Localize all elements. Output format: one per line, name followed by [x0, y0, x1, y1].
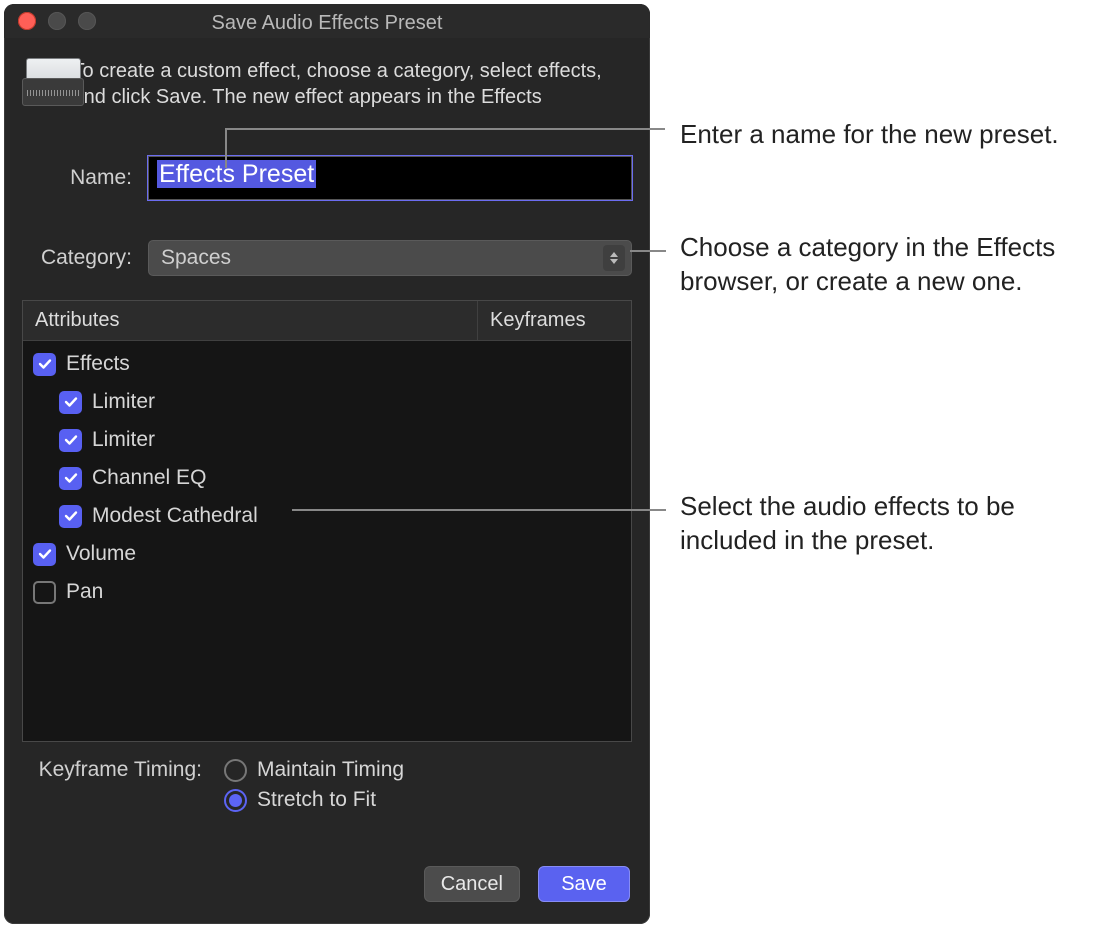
callout-leader	[225, 128, 227, 168]
attribute-checkbox[interactable]	[59, 505, 82, 528]
table-row[interactable]: Effects	[23, 345, 631, 383]
maintain-timing-radio[interactable]	[224, 759, 247, 782]
save-preset-dialog: Save Audio Effects Preset To create a cu…	[4, 4, 650, 924]
callout-effects: Select the audio effects to be included …	[680, 490, 1080, 558]
attribute-label: Volume	[66, 542, 136, 566]
col-keyframes[interactable]: Keyframes	[478, 301, 631, 340]
attribute-checkbox[interactable]	[33, 353, 56, 376]
category-label: Category:	[22, 246, 132, 270]
attribute-checkbox[interactable]	[33, 543, 56, 566]
keyframe-timing-label: Keyframe Timing:	[22, 758, 202, 812]
attribute-checkbox[interactable]	[33, 581, 56, 604]
minimize-window-button[interactable]	[48, 12, 66, 30]
callout-leader	[292, 509, 666, 511]
name-input-value: Effects Preset	[157, 160, 316, 188]
col-attributes[interactable]: Attributes	[23, 301, 478, 340]
stretch-to-fit-radio[interactable]	[224, 789, 247, 812]
window-title: Save Audio Effects Preset	[4, 6, 650, 37]
close-window-button[interactable]	[18, 12, 36, 30]
name-input[interactable]: Effects Preset	[148, 156, 632, 200]
maintain-timing-label: Maintain Timing	[257, 758, 404, 782]
table-body: Effects Limiter Limiter Channel EQ Modest Ca…	[23, 341, 631, 741]
cancel-button[interactable]: Cancel	[424, 866, 520, 902]
name-label: Name:	[22, 166, 132, 190]
callout-category: Choose a category in the Effects browser…	[680, 231, 1080, 299]
attribute-label: Channel EQ	[92, 466, 206, 490]
table-row[interactable]: Limiter	[23, 421, 631, 459]
attribute-label: Limiter	[92, 390, 155, 414]
attribute-checkbox[interactable]	[59, 391, 82, 414]
callout-name: Enter a name for the new preset.	[680, 118, 1080, 152]
category-value: Spaces	[161, 246, 231, 270]
attribute-checkbox[interactable]	[59, 429, 82, 452]
attribute-checkbox[interactable]	[59, 467, 82, 490]
callout-leader	[225, 128, 665, 130]
table-row[interactable]: Limiter	[23, 383, 631, 421]
table-row[interactable]: Volume	[23, 535, 631, 573]
table-header: Attributes Keyframes	[23, 301, 631, 341]
preset-icon	[22, 58, 57, 104]
table-row[interactable]: Channel EQ	[23, 459, 631, 497]
table-row[interactable]: Pan	[23, 573, 631, 611]
attribute-label: Effects	[66, 352, 130, 376]
intro-text: To create a custom effect, choose a cate…	[73, 58, 632, 110]
attributes-table: Attributes Keyframes Effects Limiter Limit…	[22, 300, 632, 742]
table-row[interactable]: Modest Cathedral	[23, 497, 631, 535]
titlebar: Save Audio Effects Preset	[4, 4, 650, 38]
zoom-window-button[interactable]	[78, 12, 96, 30]
window-controls	[18, 12, 96, 30]
attribute-label: Modest Cathedral	[92, 504, 258, 528]
callout-leader	[630, 250, 666, 252]
attribute-label: Limiter	[92, 428, 155, 452]
save-button[interactable]: Save	[538, 866, 630, 902]
category-dropdown[interactable]: Spaces	[148, 240, 632, 276]
chevron-updown-icon	[603, 245, 625, 271]
intro-row: To create a custom effect, choose a cate…	[4, 38, 650, 118]
stretch-to-fit-label: Stretch to Fit	[257, 788, 376, 812]
attribute-label: Pan	[66, 580, 103, 604]
